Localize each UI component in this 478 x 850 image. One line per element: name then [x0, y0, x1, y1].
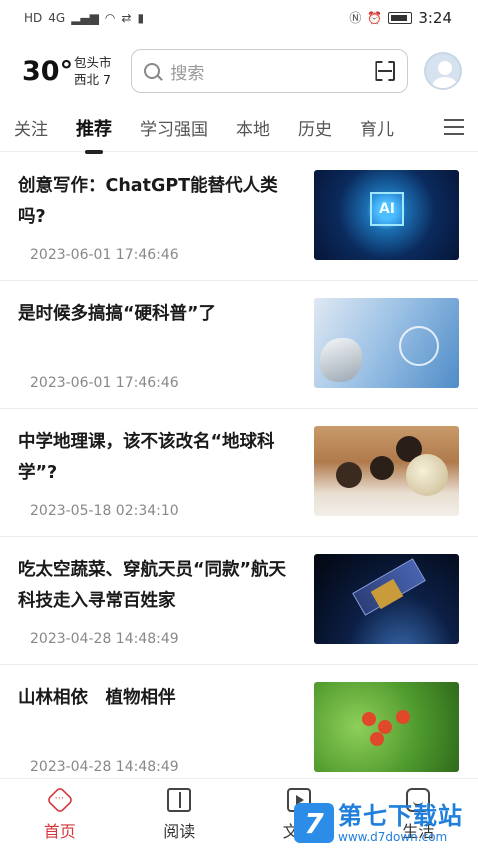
channel-menu-icon[interactable]: [444, 118, 464, 136]
news-title: 山林相依 植物相伴: [18, 688, 176, 708]
tab-xuexi-qiangguo[interactable]: 学习强国: [140, 115, 208, 140]
status-bar: HD 4G ▂▄▆ ◠ ⇄ ▮ Ⓝ ⏰ 3:24: [0, 0, 478, 36]
search-bar[interactable]: 搜索: [131, 49, 409, 93]
nav-home[interactable]: 首页: [0, 779, 120, 850]
news-thumbnail: [314, 298, 459, 388]
news-thumbnail: [314, 426, 459, 516]
channel-tabs: 关注 推荐 学习强国 本地 历史 育儿: [0, 104, 478, 152]
home-icon: [45, 785, 74, 814]
news-title: 吃太空蔬菜、穿航天员“同款”航天科技走入寻常百姓家: [18, 560, 287, 611]
battery-icon: [388, 12, 413, 24]
news-thumbnail: [314, 682, 459, 772]
berry-graphic: [370, 732, 384, 746]
sync-icon: ⇄: [121, 11, 132, 25]
news-time: 2023-04-28 14:48:49: [30, 631, 179, 647]
tab-parenting[interactable]: 育儿: [360, 115, 394, 140]
status-icons-right: Ⓝ ⏰ 3:24: [349, 9, 452, 27]
hd-icon: HD: [24, 11, 43, 25]
news-thumbnail: AI: [314, 170, 459, 260]
hologram-ring-graphic: [399, 326, 439, 366]
news-feed: 创意写作：ChatGPT能替代人类吗? 2023-06-01 17:46:46 …: [0, 153, 478, 793]
news-time: 2023-06-01 17:46:46: [30, 375, 179, 391]
news-item[interactable]: 中学地理课，该不该改名“地球科学”? 2023-05-18 02:34:10: [0, 409, 478, 537]
news-item[interactable]: 是时候多搞搞“硬科普”了 2023-06-01 17:46:46: [0, 281, 478, 409]
scan-icon[interactable]: [375, 61, 395, 81]
tab-recommend[interactable]: 推荐: [76, 115, 112, 141]
robot-hand-graphic: [320, 338, 362, 382]
news-item[interactable]: 创意写作：ChatGPT能替代人类吗? 2023-06-01 17:46:46 …: [0, 153, 478, 281]
tab-history[interactable]: 历史: [298, 115, 332, 140]
app-header: 30° 包头市 西北 7 搜索: [0, 40, 478, 102]
book-icon: [167, 787, 192, 812]
signal-icon: ▂▄▆: [71, 11, 99, 25]
watermark-logo: 7 第七下载站 www.d7down.com: [294, 796, 478, 850]
tab-local[interactable]: 本地: [236, 115, 270, 140]
nav-label: 首页: [43, 821, 76, 841]
berry-graphic: [362, 712, 376, 726]
child-graphic: [336, 462, 362, 488]
news-title: 创意写作：ChatGPT能替代人类吗?: [18, 176, 278, 227]
watermark-url: www.d7down.com: [338, 830, 448, 844]
news-title: 中学地理课，该不该改名“地球科学”?: [18, 432, 275, 483]
alarm-icon: ⏰: [367, 11, 383, 25]
weather-temperature[interactable]: 30°: [22, 56, 73, 87]
clock-time: 3:24: [418, 9, 452, 27]
news-item[interactable]: 山林相依 植物相伴 2023-04-28 14:48:49: [0, 665, 478, 793]
child-graphic: [370, 456, 394, 480]
network-4g-icon: 4G: [48, 11, 66, 25]
weather-info[interactable]: 包头市 西北 7: [74, 54, 125, 88]
nfc-icon: Ⓝ: [349, 11, 362, 25]
watermark-badge-icon: 7: [294, 803, 334, 843]
news-item[interactable]: 吃太空蔬菜、穿航天员“同款”航天科技走入寻常百姓家 2023-04-28 14:…: [0, 537, 478, 665]
wifi-icon: ◠: [104, 11, 116, 25]
news-thumbnail: [314, 554, 459, 644]
nav-read[interactable]: 阅读: [120, 779, 240, 850]
search-icon: [144, 63, 161, 79]
status-icons-left: HD 4G ▂▄▆ ◠ ⇄ ▮: [24, 12, 144, 24]
battery-saver-icon: ▮: [137, 11, 145, 25]
watermark-text: 第七下载站 www.d7down.com: [338, 802, 463, 844]
weather-city: 包头市: [74, 55, 112, 70]
search-placeholder: 搜索: [170, 63, 205, 84]
avatar[interactable]: [424, 52, 462, 90]
watermark-name: 第七下载站: [338, 802, 463, 830]
weather-wind: 西北 7: [74, 72, 111, 87]
berry-graphic: [396, 710, 410, 724]
tab-follow[interactable]: 关注: [14, 115, 48, 140]
ai-chip-graphic: AI: [370, 192, 404, 226]
globe-graphic: [406, 454, 448, 496]
news-time: 2023-06-01 17:46:46: [30, 247, 179, 263]
news-title: 是时候多搞搞“硬科普”了: [18, 304, 217, 324]
news-time: 2023-05-18 02:34:10: [30, 503, 179, 519]
nav-label: 阅读: [163, 821, 196, 841]
news-time: 2023-04-28 14:48:49: [30, 759, 179, 775]
